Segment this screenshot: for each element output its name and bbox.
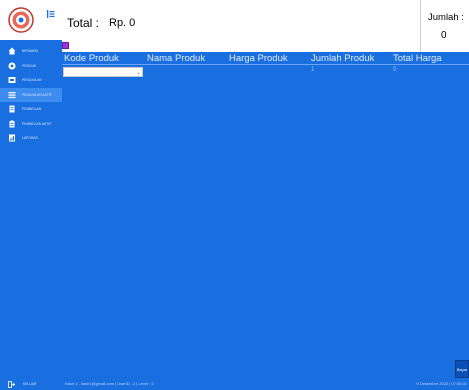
- menu-collapse-icon[interactable]: [46, 9, 56, 19]
- jumlah-produk-cell[interactable]: 1: [311, 67, 314, 73]
- sidebar-item-label: BERANDA: [22, 49, 39, 54]
- home-icon: [8, 47, 16, 55]
- status-bar: Kasir 1 - kasir1@gmail.com | UserID : 2 …: [62, 378, 469, 390]
- sidebar-item-label: PENJUALAN AKTIF: [22, 92, 53, 97]
- table-row[interactable]: ⌄ 1 0: [62, 66, 469, 79]
- logo-area: [0, 0, 62, 40]
- sidebar-item-label: PEMBELIAN: [22, 107, 42, 112]
- column-header-kode-produk[interactable]: Kode Produk: [64, 52, 119, 65]
- user-info: Kasir 1 - kasir1@gmail.com | UserID : 2 …: [65, 381, 154, 386]
- sidebar-item-penjualan[interactable]: PENJUALAN: [0, 73, 62, 88]
- logout-button[interactable]: KELUAR: [0, 378, 62, 390]
- clipboard-icon: [9, 120, 15, 128]
- sidebar-item-produk[interactable]: PRODUK: [0, 59, 62, 74]
- column-header-jumlah-produk[interactable]: Jumlah Produk: [311, 52, 374, 65]
- bayar-button[interactable]: Bayar: [455, 360, 469, 378]
- box-icon: [8, 62, 16, 70]
- total-value: Rp. 0: [109, 17, 136, 29]
- sidebar-nav: BERANDA PRODUK PENJUALAN PENJUALAN AKTIF…: [0, 44, 62, 146]
- jumlah-panel: Jumlah : 0: [420, 0, 469, 52]
- sales-table: Kode Produk Nama Produk Harga Produk Jum…: [62, 52, 469, 378]
- table-header: Kode Produk Nama Produk Harga Produk Jum…: [62, 52, 469, 65]
- chevron-down-icon[interactable]: ⌄: [136, 69, 141, 76]
- kode-produk-input[interactable]: ⌄: [63, 67, 143, 77]
- total-label: Total :: [67, 16, 100, 30]
- sidebar-item-beranda[interactable]: BERANDA: [0, 44, 62, 59]
- logo-icon: [8, 7, 34, 33]
- sidebar-item-label: LAPORAN: [22, 136, 38, 141]
- header: Total : Rp. 0 Jumlah : 0: [62, 0, 469, 52]
- sidebar-item-pembelian-aktif[interactable]: PEMBELIAN AKTIF: [0, 117, 62, 132]
- logout-label: KELUAR: [23, 382, 37, 386]
- app-window: BERANDA PRODUK PENJUALAN PENJUALAN AKTIF…: [0, 0, 469, 390]
- report-icon: [9, 134, 15, 142]
- sidebar-item-label: PEMBELIAN AKTIF: [22, 121, 52, 126]
- sidebar-item-label: PRODUK: [22, 63, 37, 68]
- sidebar: BERANDA PRODUK PENJUALAN PENJUALAN AKTIF…: [0, 0, 62, 390]
- logout-icon: [8, 380, 15, 388]
- sidebar-item-laporan[interactable]: LAPORAN: [0, 131, 62, 146]
- total-harga-cell: 0: [393, 67, 397, 73]
- column-header-total-harga[interactable]: Total Harga: [393, 52, 442, 65]
- jumlah-label: Jumlah :: [428, 12, 464, 23]
- datetime: 9 Desember 2022 | 07:50:31: [416, 381, 467, 386]
- jumlah-value: 0: [441, 30, 447, 41]
- bayar-label: Bayar: [456, 366, 468, 372]
- sidebar-item-pembelian[interactable]: PEMBELIAN: [0, 102, 62, 117]
- sidebar-item-label: PENJUALAN: [22, 78, 42, 83]
- cart-icon: [8, 77, 16, 84]
- sidebar-item-penjualan-aktif[interactable]: PENJUALAN AKTIF: [0, 87, 62, 102]
- column-header-nama-produk[interactable]: Nama Produk: [147, 52, 205, 65]
- checkbox-icon[interactable]: [62, 42, 69, 49]
- document-icon: [9, 105, 15, 113]
- column-header-harga-produk[interactable]: Harga Produk: [229, 52, 288, 65]
- list-icon: [8, 91, 16, 98]
